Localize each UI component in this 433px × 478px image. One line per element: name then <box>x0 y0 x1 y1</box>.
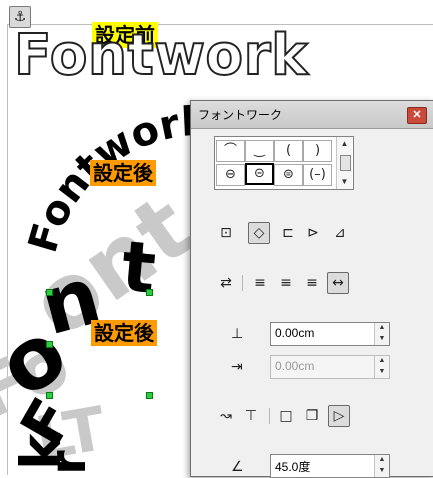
text-contour-icon[interactable]: ⊤ <box>240 405 262 427</box>
selection-handle[interactable] <box>146 289 153 296</box>
svg-text:Fo: Fo <box>0 322 82 436</box>
fontwork-dialog: フォントワーク ✕ ⌒ ‿ ( ) ⊖ ⊝ ⊜ (–) ▲ ▼ ⊡ ◇ ⊏ ⊳ … <box>190 100 433 478</box>
svg-text:LT: LT <box>30 394 110 475</box>
selection-handle[interactable] <box>46 289 53 296</box>
gallery-scrollbar[interactable]: ▲ ▼ <box>336 137 352 189</box>
shape-circle-4[interactable]: (–) <box>303 164 332 186</box>
selection-handle[interactable] <box>46 341 53 348</box>
align-left-icon[interactable]: ≡ <box>249 272 271 294</box>
slant-vertical-icon[interactable]: ⊿ <box>329 222 351 244</box>
spin-down-icon[interactable]: ▼ <box>377 334 387 344</box>
shadow-vertical-icon[interactable]: ❐ <box>301 405 323 427</box>
close-icon[interactable]: ✕ <box>407 107 427 124</box>
label-after-1: 設定後 <box>90 160 156 186</box>
indent-spinner[interactable]: ▲ ▼ <box>374 356 389 378</box>
shape-arc-down[interactable]: ‿ <box>245 140 274 162</box>
spin-up-icon[interactable]: ▲ <box>377 356 387 366</box>
shape-circle-3[interactable]: ⊜ <box>274 164 303 186</box>
shape-circle-selected[interactable]: ⊝ <box>245 163 274 185</box>
selection-handle[interactable] <box>146 392 153 399</box>
autosize-icon[interactable]: ↔ <box>327 272 349 294</box>
distance-value: 0.00cm <box>275 326 315 340</box>
dialog-title: フォントワーク <box>198 108 283 122</box>
distance-field[interactable]: 0.00cm ▲ ▼ <box>270 322 390 346</box>
scroll-down-icon[interactable]: ▼ <box>339 177 350 187</box>
contour-icon[interactable]: ↝ <box>215 405 237 427</box>
shadow-slant-icon[interactable]: ▷ <box>328 405 350 427</box>
angle-icon: ∠ <box>231 459 244 475</box>
shape-circle-1[interactable]: ⊖ <box>216 164 245 186</box>
distance-icon: ⊥ <box>231 326 244 342</box>
angle-value: 45.0度 <box>275 460 311 474</box>
spin-up-icon[interactable]: ▲ <box>377 455 387 465</box>
shape-open-left[interactable]: ( <box>274 140 303 162</box>
angle-field[interactable]: 45.0度 ▲ ▼ <box>270 454 390 478</box>
selection-handle[interactable] <box>46 392 53 399</box>
upright-icon[interactable]: ⊏ <box>277 222 299 244</box>
rotate-icon[interactable]: ◇ <box>248 222 270 244</box>
indent-value: 0.00cm <box>275 359 315 373</box>
shape-arc-up[interactable]: ⌒ <box>216 140 245 162</box>
shape-gallery: ⌒ ‿ ( ) ⊖ ⊝ ⊜ (–) ▲ ▼ <box>214 136 354 190</box>
page-border-left <box>7 24 8 475</box>
orientation-icon[interactable]: ⇄ <box>215 272 237 294</box>
align-right-icon[interactable]: ≡ <box>301 272 323 294</box>
spin-up-icon[interactable]: ▲ <box>377 323 387 333</box>
scroll-up-icon[interactable]: ▲ <box>339 139 350 149</box>
svg-text:r: r <box>39 450 97 475</box>
slant-horizontal-icon[interactable]: ⊳ <box>302 222 324 244</box>
angle-spinner[interactable]: ▲ ▼ <box>374 455 389 477</box>
fontwork-after-lower: t n o F k r r <box>0 225 159 475</box>
fontwork-before[interactable]: Fontwork <box>13 25 309 87</box>
toolbar-separator <box>242 275 243 291</box>
indent-icon: ⇥ <box>231 359 243 375</box>
distance-spinner[interactable]: ▲ ▼ <box>374 323 389 345</box>
off-icon[interactable]: ⊡ <box>215 222 237 244</box>
spin-down-icon[interactable]: ▼ <box>377 367 387 377</box>
shape-open-right[interactable]: ) <box>303 140 332 162</box>
scroll-thumb[interactable] <box>340 155 351 171</box>
label-after-2: 設定後 <box>91 320 157 346</box>
indent-field[interactable]: 0.00cm ▲ ▼ <box>270 355 390 379</box>
svg-text:t: t <box>119 225 159 310</box>
dialog-titlebar[interactable]: フォントワーク ✕ <box>191 101 433 129</box>
shadow-off-icon[interactable]: □ <box>275 405 297 427</box>
svg-text:k: k <box>9 432 73 470</box>
svg-text:o: o <box>0 303 85 418</box>
align-center-icon[interactable]: ≡ <box>275 272 297 294</box>
toolbar-separator <box>269 408 270 424</box>
